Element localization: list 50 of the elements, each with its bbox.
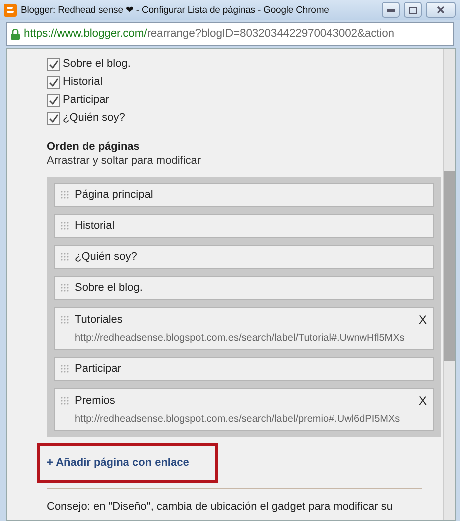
address-bar[interactable]: https://www.blogger.com/rearrange?blogID=8032034422970043002&action — [6, 22, 454, 46]
drag-handle-icon — [61, 252, 70, 262]
section-title: Orden de páginas — [47, 141, 141, 153]
checkbox-label: Participar — [63, 94, 110, 106]
page-item[interactable]: Sobre el blog. — [54, 276, 434, 300]
page-name: Página principal — [75, 189, 154, 201]
drag-handle-icon — [61, 316, 70, 324]
tip-text: Consejo: en "Diseño", cambia de ubicación el gadget para modificar su — [47, 501, 394, 513]
minimize-button[interactable] — [382, 2, 400, 18]
checkbox-label: Historial — [63, 76, 103, 88]
url-text: https://www.blogger.com/rearrange?blogID=8032034422970043002&action — [24, 28, 394, 40]
page-item[interactable]: ¿Quién soy? — [54, 245, 434, 269]
window-title: Blogger: Redhead sense ❤ - Configurar Lista de páginas - Google Chrome — [21, 4, 330, 16]
add-link[interactable]: + Añadir página con enlace — [47, 457, 190, 469]
scrollbar-thumb[interactable] — [444, 171, 455, 361]
checkbox-label: ¿Quién soy? — [63, 112, 126, 124]
checkbox[interactable] — [47, 112, 60, 124]
remove-button[interactable]: X — [418, 394, 427, 408]
close-icon — [437, 6, 445, 14]
page-url: http://redheadsense.blogspot.com.es/search/label/premio#.Uwl6dPI5MXs — [75, 414, 402, 425]
maximize-button[interactable] — [404, 2, 422, 18]
checkbox[interactable] — [47, 58, 60, 70]
page-item[interactable]: Premios X http://redheadsense.blogspot.com.es/search/label/premio#.Uwl6dPI5MXs — [54, 388, 434, 431]
checkbox-label: Sobre el blog. — [63, 58, 131, 70]
minimize-icon — [387, 8, 395, 12]
close-button[interactable] — [426, 2, 456, 18]
page-name: Participar — [75, 363, 122, 375]
page-name: Sobre el blog. — [75, 282, 144, 294]
checkbox[interactable] — [47, 94, 60, 106]
page-name: Premios — [75, 395, 116, 407]
drag-handle-icon — [61, 396, 70, 406]
checkbox[interactable] — [47, 76, 60, 88]
page-item[interactable]: Historial — [54, 214, 434, 238]
drag-handle-icon — [61, 284, 70, 292]
section-hint: Arrastrar y soltar para modificar — [47, 155, 202, 167]
remove-button[interactable]: X — [418, 313, 427, 327]
lock-icon — [11, 28, 20, 40]
page-url: http://redheadsense.blogspot.com.es/search/label/Tutorial#.UwnwHfl5MXs — [75, 333, 406, 344]
page-item[interactable]: Página principal — [54, 183, 434, 207]
page-name: ¿Quién soy? — [75, 251, 138, 263]
page-name: Tutoriales — [75, 314, 124, 326]
page-item[interactable]: Participar — [54, 357, 434, 381]
scrollbar[interactable] — [443, 49, 455, 520]
drag-handle-icon — [61, 222, 70, 230]
page-item[interactable]: Tutoriales X http://redheadsense.blogspot.com.es/search/label/Tutorial#.UwnwHfl5MXs — [54, 307, 434, 350]
drag-handle-icon — [61, 364, 70, 374]
page-name: Historial — [75, 220, 116, 232]
maximize-icon — [409, 6, 417, 14]
blogger-logo-icon — [4, 4, 17, 16]
drag-handle-icon — [61, 190, 70, 200]
